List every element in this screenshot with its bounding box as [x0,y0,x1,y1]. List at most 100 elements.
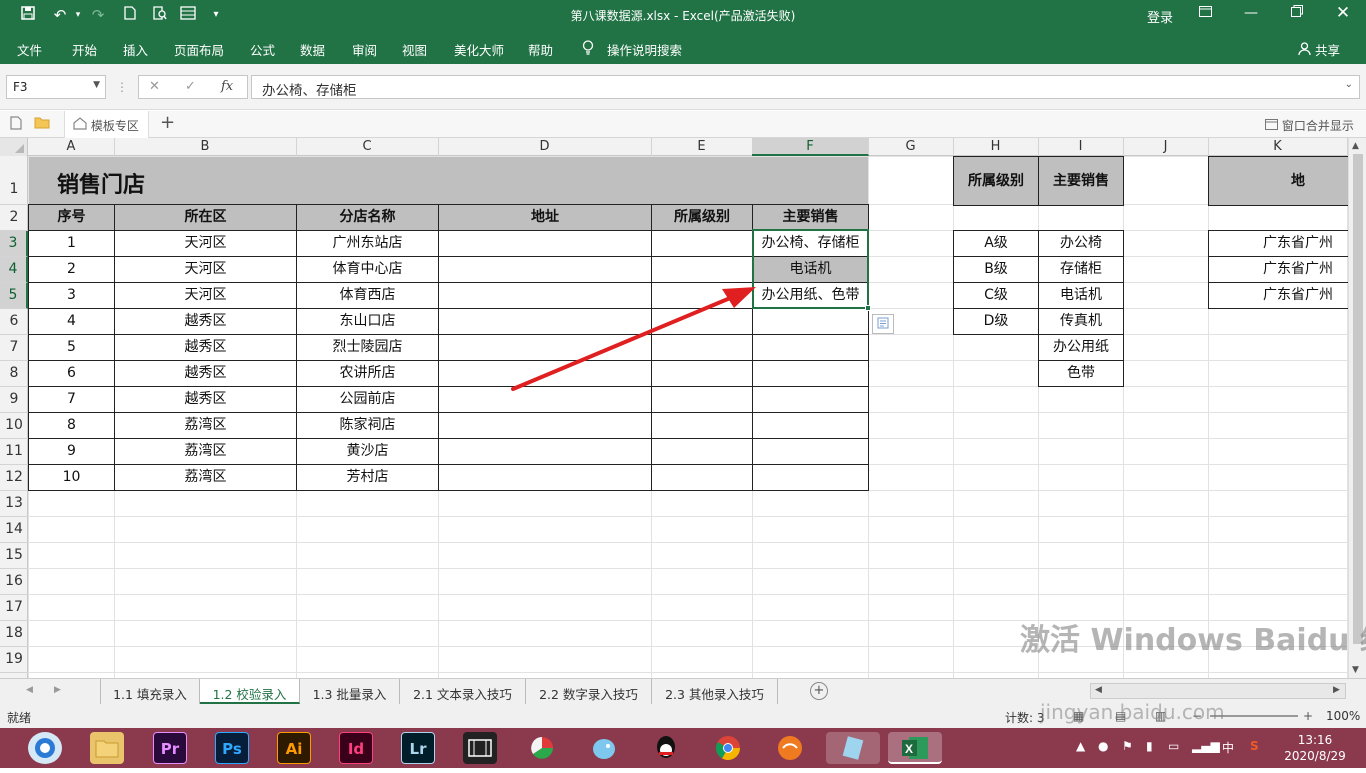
vertical-scrollbar[interactable]: ▲ ▼ [1348,138,1366,678]
sogou-ime-icon[interactable]: S [1250,739,1259,753]
row-header-16[interactable]: 16 [0,569,28,595]
minimize-icon[interactable]: — [1236,5,1266,21]
folder-icon[interactable] [34,116,50,133]
row-header-8[interactable]: 8 [0,361,28,387]
select-all-corner[interactable] [0,138,28,156]
column-header-g[interactable]: G [868,138,954,156]
add-sheet-icon[interactable]: + [810,682,828,700]
column-header-k[interactable]: K [1208,138,1348,156]
sheet-tab[interactable]: 2.2 数字录入技巧 [526,679,652,704]
vertical-scroll-thumb[interactable] [1353,154,1363,644]
formula-bar-splitter[interactable]: ⋮ [116,80,128,94]
tray-expand-icon[interactable]: ▲ [1076,739,1085,753]
row-header-9[interactable]: 9 [0,387,28,413]
scroll-right-icon[interactable]: ▶ [1333,685,1340,695]
expand-formula-icon[interactable]: ⌄ [1345,79,1353,90]
name-box[interactable]: F3 ▼ [6,75,106,99]
sheet-tab[interactable]: 1.1 填充录入 [100,679,200,704]
tell-me-search[interactable]: 操作说明搜索 [607,40,682,59]
column-header-c[interactable]: C [296,138,439,156]
sheet-tab[interactable]: 2.1 文本录入技巧 [400,679,526,704]
tab-data[interactable]: 数据 [300,40,325,59]
row-header-7[interactable]: 7 [0,335,28,361]
ribbon-display-icon[interactable] [1190,5,1220,21]
sheet-tab[interactable]: 2.3 其他录入技巧 [652,679,778,704]
column-header-i[interactable]: I [1038,138,1124,156]
file-explorer-icon[interactable] [90,732,124,764]
tab-insert[interactable]: 插入 [123,40,148,59]
column-header-d[interactable]: D [438,138,652,156]
prev-sheet-icon[interactable]: ◀ [26,685,33,695]
tab-formulas[interactable]: 公式 [250,40,275,59]
scroll-left-icon[interactable]: ◀ [1095,685,1102,695]
row-header-2[interactable]: 2 [0,205,28,231]
tab-file[interactable]: 文件 [17,40,42,59]
tab-view[interactable]: 视图 [402,40,427,59]
add-tab-icon[interactable]: + [160,112,175,133]
template-zone-tab[interactable]: 模板专区 [64,111,149,138]
insert-function-icon[interactable]: fx [221,79,233,94]
merge-windows-button[interactable]: 窗口合并显示 [1265,117,1354,134]
network-icon[interactable]: ▭ [1168,739,1179,753]
row-header-1[interactable]: 1 [0,157,28,205]
illustrator-app-icon[interactable]: Ai [277,732,311,764]
row-header-18[interactable]: 18 [0,621,28,647]
share-button[interactable]: 共享 [1298,40,1340,59]
row-header-5[interactable]: 5 [0,283,28,309]
tab-review[interactable]: 审阅 [352,40,377,59]
enter-icon[interactable]: ✓ [185,79,196,94]
indesign-app-icon[interactable]: Id [339,732,373,764]
system-clock[interactable]: 13:16 2020/8/29 [1284,732,1346,764]
row-header-17[interactable]: 17 [0,595,28,621]
column-header-b[interactable]: B [114,138,297,156]
restore-icon[interactable] [1282,5,1312,21]
column-header-e[interactable]: E [651,138,753,156]
tab-beautify-master[interactable]: 美化大师 [454,40,504,59]
column-header-f[interactable]: F [752,138,869,156]
row-header-11[interactable]: 11 [0,439,28,465]
tab-home[interactable]: 开始 [72,40,97,59]
row-header-6[interactable]: 6 [0,309,28,335]
row-header-4[interactable]: 4 [0,257,28,283]
qq-app-icon[interactable] [649,732,683,764]
horizontal-scrollbar[interactable]: ◀ ▶ [1090,683,1346,699]
orange-app-icon[interactable] [773,732,807,764]
browser-app-icon[interactable] [28,732,62,764]
zoom-in-icon[interactable]: + [1303,709,1313,723]
row-header-19[interactable]: 19 [0,647,28,673]
row-header-15[interactable]: 15 [0,543,28,569]
scroll-up-icon[interactable]: ▲ [1352,141,1359,151]
close-icon[interactable]: ✕ [1328,3,1358,23]
zoom-level[interactable]: 100% [1326,709,1360,723]
next-sheet-icon[interactable]: ▶ [54,685,61,695]
video-editor-icon[interactable] [463,732,497,764]
pie-app-icon[interactable] [525,732,559,764]
row-header-14[interactable]: 14 [0,517,28,543]
sheet-tab[interactable]: 1.3 批量录入 [300,679,400,704]
photoshop-app-icon[interactable]: Ps [215,732,249,764]
column-header-h[interactable]: H [953,138,1039,156]
chevron-down-icon[interactable]: ▼ [93,80,100,90]
scroll-down-icon[interactable]: ▼ [1352,665,1359,675]
lightroom-app-icon[interactable]: Lr [401,732,435,764]
chrome-app-icon[interactable] [711,732,745,764]
tray-qq-icon[interactable]: ● [1098,739,1108,753]
worksheet-grid[interactable]: 销售门店 序号 所在区 分店名称 地址 所属级别 主要销售 1 天河区 广州东站店 办公椅、存储柜… [0,138,1348,678]
column-header-a[interactable]: A [28,138,115,156]
login-button[interactable]: 登录 [1147,7,1173,26]
column-header-j[interactable]: J [1123,138,1209,156]
new-document-icon[interactable] [10,116,22,134]
row-header-12[interactable]: 12 [0,465,28,491]
row-header-13[interactable]: 13 [0,491,28,517]
bird-app-icon[interactable] [587,732,621,764]
row-header-10[interactable]: 10 [0,413,28,439]
sheet-tab-active[interactable]: 1.2 校验录入 [200,679,300,704]
signal-icon[interactable]: ▂▄▆ [1192,739,1220,753]
row-header-3[interactable]: 3 [0,231,28,257]
tray-flag-icon[interactable]: ⚑ [1122,739,1133,753]
cancel-icon[interactable]: ✕ [149,79,160,94]
ime-indicator[interactable]: 中 [1222,739,1234,756]
premiere-app-icon[interactable]: Pr [153,732,187,764]
excel-app-icon[interactable]: X [888,732,942,764]
tab-page-layout[interactable]: 页面布局 [174,40,224,59]
